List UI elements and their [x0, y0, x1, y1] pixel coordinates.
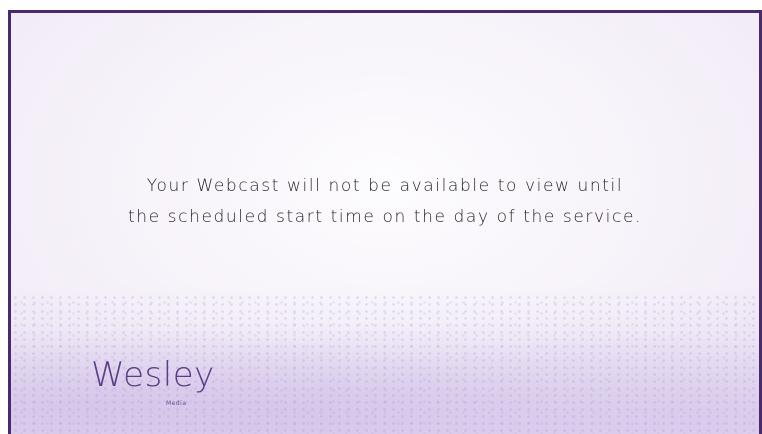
webcast-frame: Your Webcast will not be available to vi… — [8, 10, 762, 434]
message-line-2: the scheduled start time on the day of t… — [127, 207, 643, 227]
message-line-1: Your Webcast will not be available to vi… — [146, 176, 624, 196]
wesley-media-logo: Wesley Media — [91, 355, 231, 425]
logo-wordmark: Wesley — [91, 355, 215, 395]
logo-subtext: Media — [166, 400, 187, 407]
unavailable-message: Your Webcast will not be available to vi… — [11, 171, 759, 233]
